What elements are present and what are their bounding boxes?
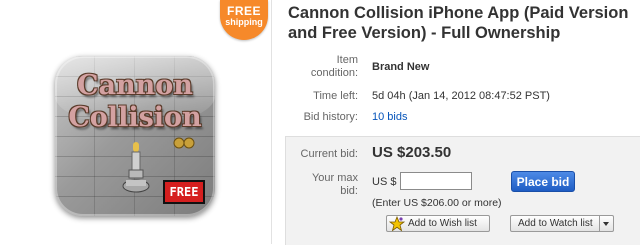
- app-logo-word-cannon: Cannon: [77, 70, 193, 101]
- current-bid-value: US $203.50: [372, 144, 452, 161]
- app-logo-word-collision: Collision: [68, 102, 202, 133]
- cannon-icon: [122, 142, 150, 193]
- place-bid-button[interactable]: Place bid: [511, 171, 575, 192]
- max-bid-input[interactable]: [400, 172, 472, 190]
- time-left-value: 5d 04h (Jan 14, 2012 08:47:52 PST): [372, 90, 550, 102]
- item-image-panel: FREE shipping Cannon Collision FREE: [0, 0, 272, 244]
- currency-prefix: US $: [372, 176, 397, 188]
- min-bid-hint: (Enter US $206.00 or more): [372, 197, 502, 209]
- add-to-watch-list-button[interactable]: Add to Watch list: [510, 215, 614, 232]
- max-bid-label: Your max bid:: [311, 172, 358, 197]
- free-shipping-badge-line2: shipping: [225, 17, 263, 27]
- watch-list-label: Add to Watch list: [518, 218, 593, 229]
- chevron-down-icon[interactable]: [599, 216, 613, 231]
- add-to-wish-list-button[interactable]: Add to Wish list: [386, 215, 490, 232]
- wish-list-star-icon: [389, 216, 405, 232]
- free-shipping-badge: FREE shipping: [220, 0, 268, 40]
- item-condition-value: Brand New: [372, 61, 430, 73]
- free-shipping-badge-line1: FREE: [226, 4, 261, 18]
- cannonballs-icon: [173, 137, 195, 149]
- bid-history-label: Bid history:: [303, 111, 358, 123]
- free-version-tag: FREE: [163, 180, 205, 204]
- wish-list-label: Add to Wish list: [408, 218, 477, 229]
- item-condition-label: Item condition:: [310, 54, 358, 79]
- app-icon-image[interactable]: Cannon Collision FREE: [55, 56, 215, 216]
- current-bid-label: Current bid:: [300, 148, 358, 160]
- bid-history-link[interactable]: 10 bids: [372, 111, 407, 124]
- time-left-label: Time left:: [313, 90, 358, 102]
- listing-title: Cannon Collision iPhone App (Paid Versio…: [288, 4, 629, 42]
